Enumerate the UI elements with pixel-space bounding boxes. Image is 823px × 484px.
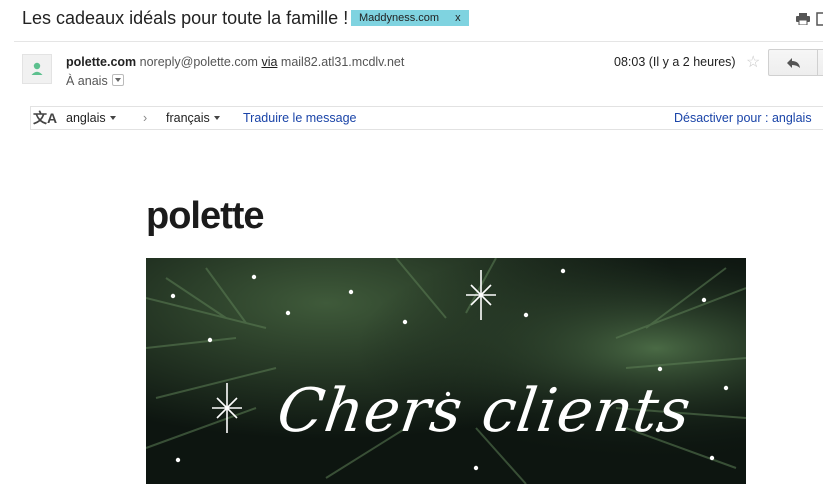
more-actions-button[interactable] [818,49,823,76]
star-icon[interactable]: ☆ [746,52,760,72]
recipient-text: À anais [66,74,108,88]
chevron-down-icon [109,116,116,120]
brand-logo: polette [146,195,265,237]
translate-bar: 文A anglais › français Traduire le messag… [30,106,823,130]
via-link[interactable]: via [261,55,277,69]
hero-title: Chers clients [273,376,696,446]
email-timestamp: 08:03 (Il y a 2 heures) [614,55,736,69]
disable-translation-link[interactable]: Désactiver pour : anglais [674,111,812,125]
target-language-label: français [166,111,210,125]
sender-email: noreply@polette.com [139,55,258,69]
sender-avatar [22,54,52,84]
sender-line: polette.com noreply@polette.com via mail… [66,55,404,69]
subject-row: Les cadeaux idéals pour toute la famille… [0,0,823,40]
remove-label-button[interactable]: x [455,12,461,24]
email-subject: Les cadeaux idéals pour toute la famille… [22,8,349,28]
pine-branches-background [146,258,746,484]
hero-image: Chers clients [146,258,746,484]
header-divider [14,41,823,42]
arrow-icon: › [143,111,148,125]
print-icon[interactable] [796,13,810,25]
person-icon [31,62,43,75]
show-details-icon[interactable] [111,74,124,86]
translate-icon: 文A [33,110,58,126]
sender-name[interactable]: polette.com [66,55,136,69]
open-in-new-window-icon[interactable] [816,12,823,26]
reply-button[interactable] [768,49,818,76]
target-language-select[interactable]: français [166,111,220,125]
via-host: mail82.atl31.mcdlv.net [280,55,405,69]
reply-icon [787,58,800,68]
label-chip[interactable]: Maddyness.com x [351,10,469,26]
recipient-line: À anais [66,74,124,88]
source-language-label: anglais [66,111,106,125]
translate-message-link[interactable]: Traduire le message [243,111,356,125]
source-language-select[interactable]: anglais [66,111,116,125]
label-name: Maddyness.com [359,12,440,24]
chevron-down-icon [213,116,220,120]
